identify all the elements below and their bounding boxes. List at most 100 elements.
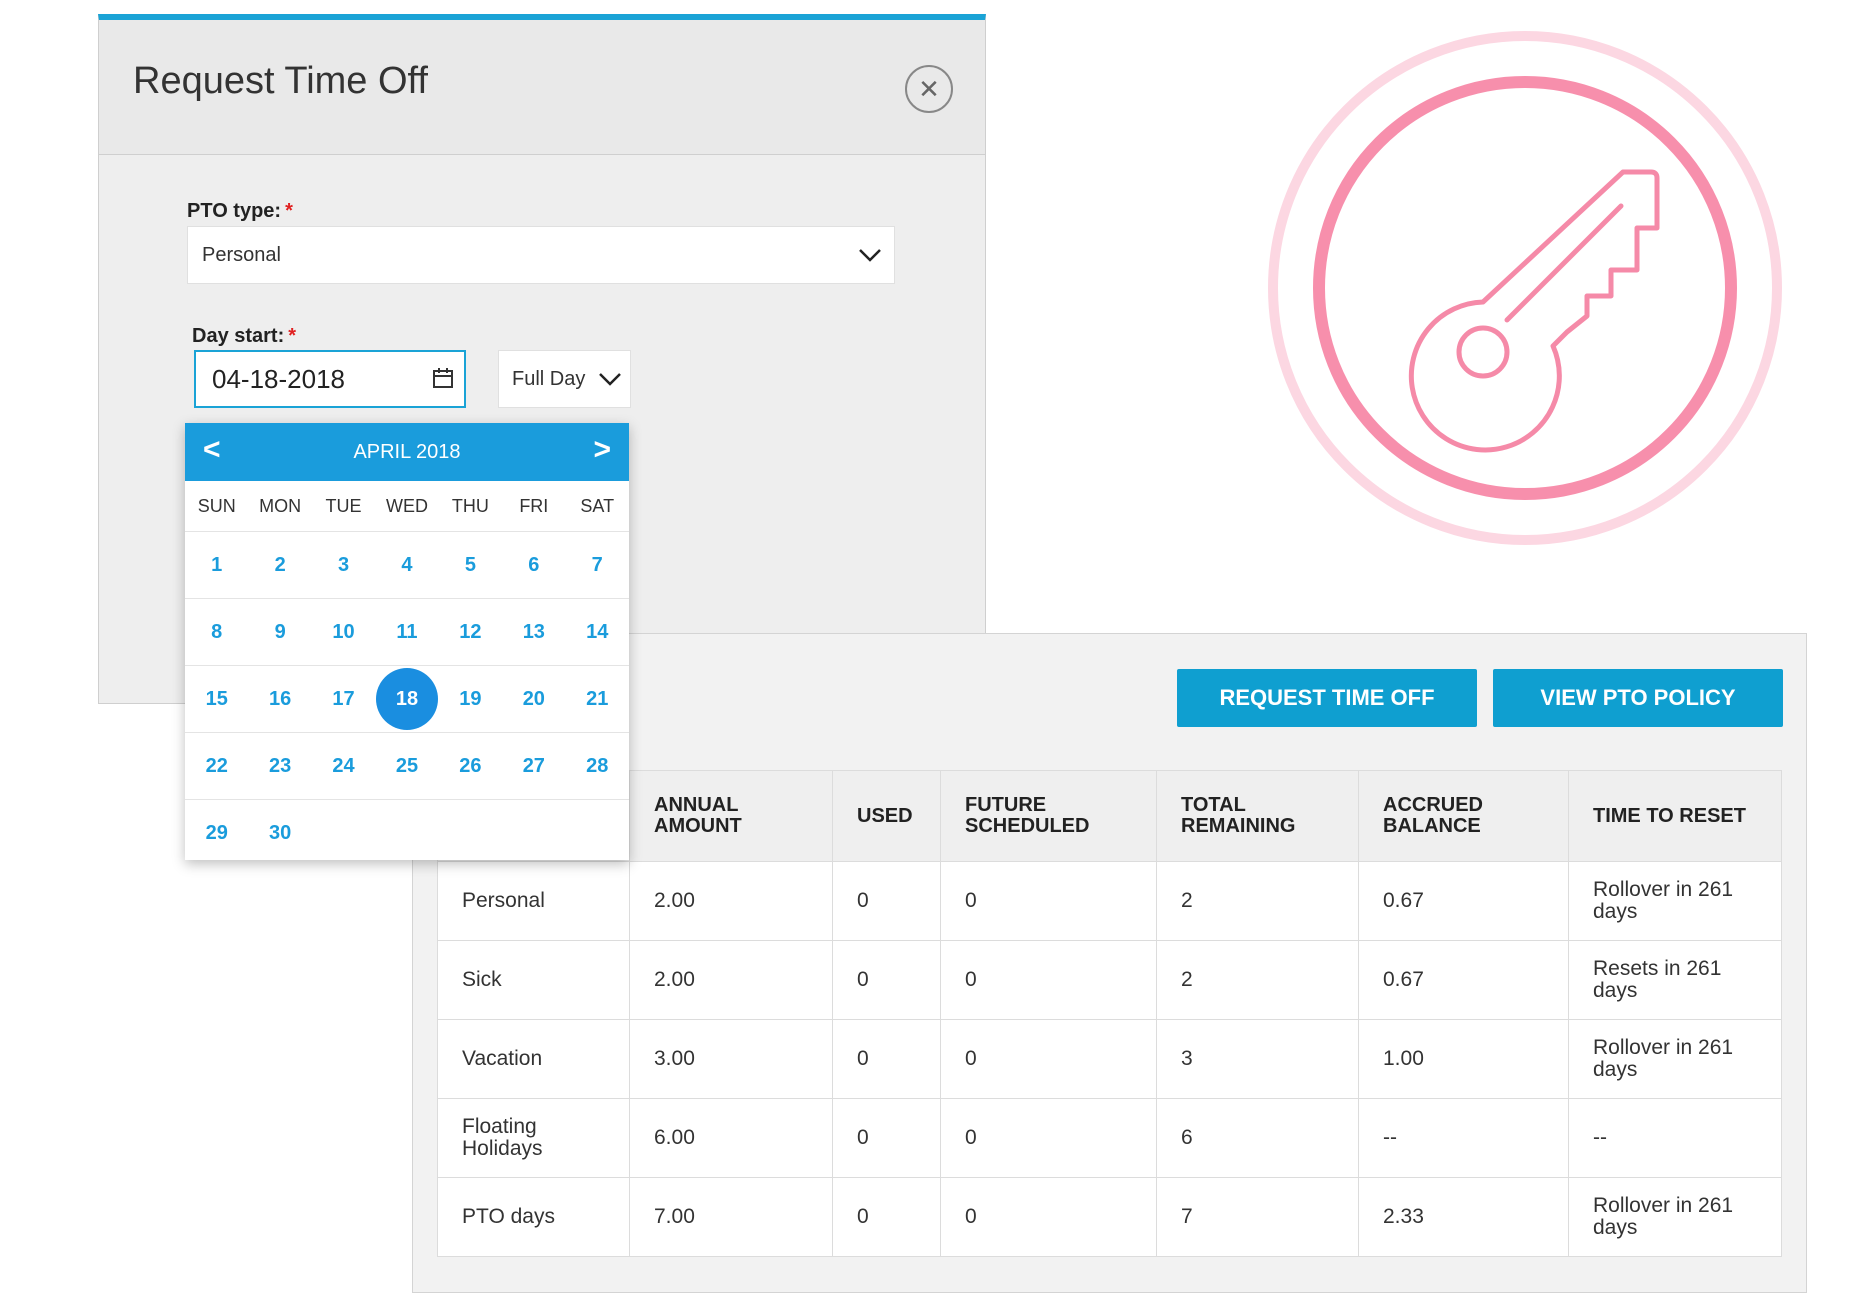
table-cell: 2.00 xyxy=(629,861,833,941)
calendar-empty-cell xyxy=(375,800,438,866)
weekday-label: SAT xyxy=(580,495,615,516)
calendar-day-number: 30 xyxy=(269,822,292,844)
calendar-empty-cell xyxy=(566,800,629,866)
weekday-label: MON xyxy=(259,495,302,516)
calendar-day[interactable]: 12 xyxy=(439,599,502,665)
table-cell: Vacation xyxy=(437,1019,630,1099)
weekday-label: TUE xyxy=(325,495,362,516)
calendar-day[interactable]: 25 xyxy=(375,733,438,799)
next-month-button[interactable]: > xyxy=(593,433,611,467)
pto-balance-table: ANNUAL AMOUNT USED FUTURE SCHEDULED TOTA… xyxy=(437,770,1782,1257)
key-badge xyxy=(1268,31,1782,545)
calendar-day[interactable]: 8 xyxy=(185,599,248,665)
close-button[interactable]: ✕ xyxy=(905,65,953,113)
calendar-day-selected[interactable]: 18 xyxy=(375,666,438,732)
calendar-empty-cell xyxy=(502,800,565,866)
calendar-day[interactable]: 1 xyxy=(185,532,248,598)
pto-type-select[interactable]: Personal xyxy=(187,226,895,284)
calendar-day[interactable]: 10 xyxy=(312,599,375,665)
duration-select[interactable]: Full Day xyxy=(498,350,631,408)
required-mark: * xyxy=(285,200,293,222)
calendar-day[interactable]: 4 xyxy=(375,532,438,598)
table-cell: Rollover in 261 days xyxy=(1568,1019,1782,1099)
calendar-day[interactable]: 30 xyxy=(248,800,311,866)
calendar-day-number: 17 xyxy=(332,688,355,710)
table-cell: Resets in 261 days xyxy=(1568,940,1782,1020)
column-header: ANNUAL AMOUNT xyxy=(629,770,833,862)
calendar-day[interactable]: 22 xyxy=(185,733,248,799)
calendar-day[interactable]: 14 xyxy=(566,599,629,665)
table-cell: 3.00 xyxy=(629,1019,833,1099)
calendar-day-number: 1 xyxy=(211,554,223,576)
pto-type-label: PTO type: * xyxy=(187,200,293,223)
modal-header: Request Time Off ✕ xyxy=(99,20,985,155)
table-cell: Rollover in 261 days xyxy=(1568,861,1782,941)
calendar-day-number: 8 xyxy=(211,621,223,643)
table-cell: 0.67 xyxy=(1358,861,1569,941)
calendar-day[interactable]: 23 xyxy=(248,733,311,799)
required-mark: * xyxy=(288,325,297,347)
calendar-day-number: 22 xyxy=(205,755,228,777)
calendar-day[interactable]: 19 xyxy=(439,666,502,732)
calendar-day-number: 2 xyxy=(274,554,286,576)
calendar-day-number: 4 xyxy=(401,554,413,576)
calendar-day[interactable]: 2 xyxy=(248,532,311,598)
table-cell: 0 xyxy=(832,1019,941,1099)
calendar-day[interactable]: 6 xyxy=(502,532,565,598)
calendar-day[interactable]: 15 xyxy=(185,666,248,732)
calendar-day-number: 5 xyxy=(464,554,476,576)
calendar-day[interactable]: 17 xyxy=(312,666,375,732)
request-time-off-button[interactable]: REQUEST TIME OFF xyxy=(1177,669,1477,727)
close-icon: ✕ xyxy=(918,73,940,104)
table-cell: 1.00 xyxy=(1358,1019,1569,1099)
day-start-label-text: Day start: xyxy=(192,325,285,347)
calendar-day[interactable]: 28 xyxy=(566,733,629,799)
table-cell: 0 xyxy=(832,1098,941,1178)
weekday-label: WED xyxy=(385,495,428,516)
calendar-empty-cell xyxy=(312,800,375,866)
table-cell: 0 xyxy=(832,1177,941,1257)
calendar-day[interactable]: 21 xyxy=(566,666,629,732)
view-pto-policy-button[interactable]: VIEW PTO POLICY xyxy=(1493,669,1783,727)
prev-month-button[interactable]: < xyxy=(203,433,221,467)
calendar-day[interactable]: 7 xyxy=(566,532,629,598)
calendar-day-number: 13 xyxy=(522,621,545,643)
calendar-day[interactable]: 5 xyxy=(439,532,502,598)
calendar-day-number: 14 xyxy=(586,621,609,643)
table-cell: 7 xyxy=(1156,1177,1359,1257)
calendar-day-number: 28 xyxy=(586,755,609,777)
calendar-day[interactable]: 16 xyxy=(248,666,311,732)
calendar-day[interactable]: 13 xyxy=(502,599,565,665)
calendar-day[interactable]: 11 xyxy=(375,599,438,665)
day-start-label: Day start: * xyxy=(192,325,296,348)
calendar-day-number: 18 xyxy=(375,668,438,730)
pto-type-label-text: PTO type: xyxy=(187,200,282,222)
calendar-day-number: 6 xyxy=(528,554,540,576)
calendar-grid: 1 2 3 4 5 6 7 8 9 10 11 12 13 14 15 16 17 18 19 20 21 22 23 24 2… xyxy=(185,532,629,866)
table-cell: 0 xyxy=(940,861,1157,941)
table-cell: 2 xyxy=(1156,861,1359,941)
calendar-day[interactable]: 29 xyxy=(185,800,248,866)
calendar-day-number: 20 xyxy=(522,688,545,710)
table-cell: 2 xyxy=(1156,940,1359,1020)
calendar-week-row: 8 9 10 11 12 13 14 xyxy=(185,599,629,666)
calendar-day-number: 27 xyxy=(522,755,545,777)
calendar-day[interactable]: 3 xyxy=(312,532,375,598)
calendar-day[interactable]: 26 xyxy=(439,733,502,799)
calendar-day[interactable]: 24 xyxy=(312,733,375,799)
date-value: 04-18-2018 xyxy=(212,363,345,394)
table-cell: -- xyxy=(1358,1098,1569,1178)
calendar-day-number: 12 xyxy=(459,621,482,643)
calendar-day[interactable]: 20 xyxy=(502,666,565,732)
table-cell: 0.67 xyxy=(1358,940,1569,1020)
date-input[interactable]: 04-18-2018 xyxy=(194,350,466,408)
table-cell: 7.00 xyxy=(629,1177,833,1257)
table-cell: 0 xyxy=(940,1177,1157,1257)
calendar-icon[interactable] xyxy=(432,367,454,389)
calendar-day[interactable]: 27 xyxy=(502,733,565,799)
calendar-empty-cell xyxy=(439,800,502,866)
calendar-day-number: 23 xyxy=(269,755,292,777)
chevron-down-icon xyxy=(859,249,881,262)
calendar-day[interactable]: 9 xyxy=(248,599,311,665)
table-row: Sick 2.00 0 0 2 0.67 Resets in 261 days xyxy=(437,940,1782,1020)
